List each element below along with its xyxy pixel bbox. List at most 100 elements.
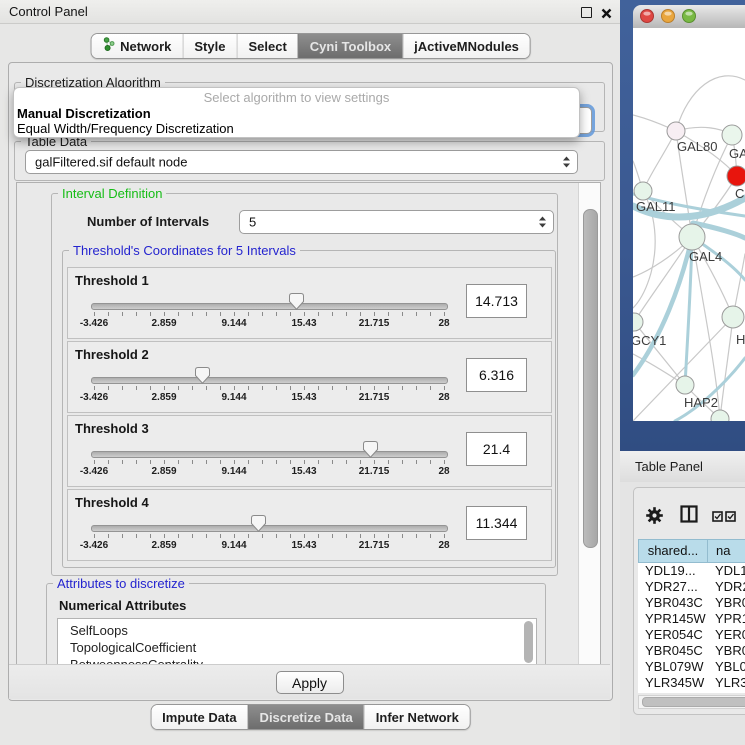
threshold-value-input[interactable]: 6.316: [466, 358, 527, 392]
tick-mark: [388, 460, 389, 464]
network-edge[interactable]: [634, 237, 692, 322]
network-edge[interactable]: [643, 131, 676, 191]
threshold-value-input[interactable]: 11.344: [466, 506, 527, 540]
table-data-select[interactable]: galFiltered.sif default node: [25, 150, 578, 174]
table-row[interactable]: YDL19...YDL1: [638, 563, 745, 579]
table-hscrollbar[interactable]: [638, 695, 745, 709]
control-panel-title: Control Panel: [9, 4, 88, 19]
table-panel: shared... na YDL19...YDL1YDR27...YDR2YBR…: [633, 487, 745, 715]
slider-handle[interactable]: [363, 441, 378, 458]
settings-scrollbar[interactable]: [578, 183, 600, 664]
slider-track[interactable]: [91, 525, 448, 532]
table-row[interactable]: YIL053CYIL0: [638, 691, 745, 693]
dropdown-option-equal-width-frequency[interactable]: Equal Width/Frequency Discretization: [14, 121, 579, 136]
network-node-h[interactable]: [722, 306, 744, 328]
tick-mark: [94, 534, 95, 538]
number-of-intervals-select[interactable]: 5: [239, 210, 554, 234]
network-canvas[interactable]: GAL80GACGAL11GAL4GCY1HHAP2: [633, 28, 745, 421]
tab-label: jActiveMNodules: [414, 39, 519, 54]
cell-name: YPR1: [708, 611, 745, 627]
cell-shared-name: YBR045C: [638, 643, 708, 659]
tick-label: 21.715: [352, 540, 396, 551]
table-row[interactable]: YPR145WYPR1: [638, 611, 745, 627]
slider-handle[interactable]: [251, 515, 266, 532]
tick-mark: [276, 534, 277, 538]
tick-label: 21.715: [352, 318, 396, 329]
settings-scrollbar-thumb[interactable]: [583, 209, 598, 548]
apply-button[interactable]: Apply: [276, 671, 344, 694]
threshold-value-input[interactable]: 21.4: [466, 432, 527, 466]
tick-mark: [374, 386, 375, 390]
tab-jactivemnodules[interactable]: jActiveMNodules: [402, 34, 530, 58]
tick-mark: [416, 534, 417, 538]
float-window-icon[interactable]: [581, 7, 592, 18]
table-row[interactable]: YER054CYER0: [638, 627, 745, 643]
checkbox-checked-icon[interactable]: [725, 509, 736, 527]
tab-label: Cyni Toolbox: [310, 39, 391, 54]
slider-track[interactable]: [91, 451, 448, 458]
gear-icon[interactable]: [646, 507, 663, 529]
tab-infer-network[interactable]: Infer Network: [364, 705, 470, 729]
table-row[interactable]: YBR045CYBR0: [638, 643, 745, 659]
network-node-c[interactable]: [727, 166, 745, 186]
tick-mark: [178, 312, 179, 316]
tick-mark: [360, 460, 361, 464]
column-header-shared-name[interactable]: shared...: [638, 539, 708, 563]
tick-mark: [332, 460, 333, 464]
mac-zoom-icon: [683, 10, 696, 23]
tick-mark: [388, 386, 389, 390]
list-scrollbar[interactable]: [524, 621, 533, 663]
checkbox-checked-icon[interactable]: [712, 509, 723, 527]
tick-mark: [430, 312, 431, 316]
network-node[interactable]: [711, 410, 729, 421]
cell-name: YIL0: [708, 691, 745, 693]
threshold-label: Threshold 1: [75, 273, 149, 288]
threshold-value-input[interactable]: 14.713: [466, 284, 527, 318]
slider-handle[interactable]: [195, 367, 210, 384]
network-edge[interactable]: [720, 317, 733, 419]
network-edge[interactable]: [633, 237, 692, 375]
tick-mark: [136, 312, 137, 316]
dropdown-option-manual-discretization[interactable]: Manual Discretization: [14, 106, 579, 121]
tick-mark: [402, 386, 403, 390]
tab-discretize-data[interactable]: Discretize Data: [248, 705, 364, 729]
tick-mark: [248, 386, 249, 390]
numerical-attributes-list[interactable]: SelfLoopsTopologicalCoefficientBetweenne…: [57, 618, 537, 665]
network-node-hap2[interactable]: [676, 376, 694, 394]
network-edge[interactable]: [676, 76, 745, 131]
table-hscrollbar-thumb[interactable]: [642, 697, 745, 707]
slider-track[interactable]: [91, 377, 448, 384]
tick-mark: [248, 312, 249, 316]
tick-label: 15.43: [282, 392, 326, 403]
tab-cyni-toolbox[interactable]: Cyni Toolbox: [298, 34, 402, 58]
network-node-gal11[interactable]: [634, 182, 652, 200]
list-item-topologicalcoefficient[interactable]: TopologicalCoefficient: [58, 639, 536, 656]
list-item-selfloops[interactable]: SelfLoops: [58, 619, 536, 639]
network-node-gcy1[interactable]: [633, 313, 643, 331]
cell-name: YDR2: [708, 579, 745, 595]
table-row[interactable]: YLR345WYLR3: [638, 675, 745, 691]
column-header-name[interactable]: na: [708, 539, 745, 563]
close-icon[interactable]: [601, 6, 612, 17]
slider-track[interactable]: [91, 303, 448, 310]
combo-arrows-icon: [562, 155, 571, 169]
node-label: C: [735, 186, 744, 201]
network-window-titlebar[interactable]: [633, 5, 745, 29]
network-node-gal80[interactable]: [667, 122, 685, 140]
tab-impute-data[interactable]: Impute Data: [151, 705, 247, 729]
tab-network[interactable]: Network: [91, 34, 182, 58]
tab-style[interactable]: Style: [182, 34, 236, 58]
attributes-to-discretize-group: Attributes to discretize Numerical Attri…: [46, 583, 546, 665]
table-row[interactable]: YBL079WYBL0: [638, 659, 745, 675]
tick-label: 28: [422, 540, 466, 551]
tick-mark: [360, 386, 361, 390]
network-node-gal4[interactable]: [679, 224, 705, 250]
split-column-icon[interactable]: [680, 505, 698, 528]
slider-handle[interactable]: [289, 293, 304, 310]
tick-mark: [164, 386, 165, 390]
network-node-ga[interactable]: [722, 125, 742, 145]
window-traffic-lights[interactable]: [633, 5, 703, 28]
table-row[interactable]: YBR043CYBR0: [638, 595, 745, 611]
table-row[interactable]: YDR27...YDR2: [638, 579, 745, 595]
tab-select[interactable]: Select: [236, 34, 297, 58]
